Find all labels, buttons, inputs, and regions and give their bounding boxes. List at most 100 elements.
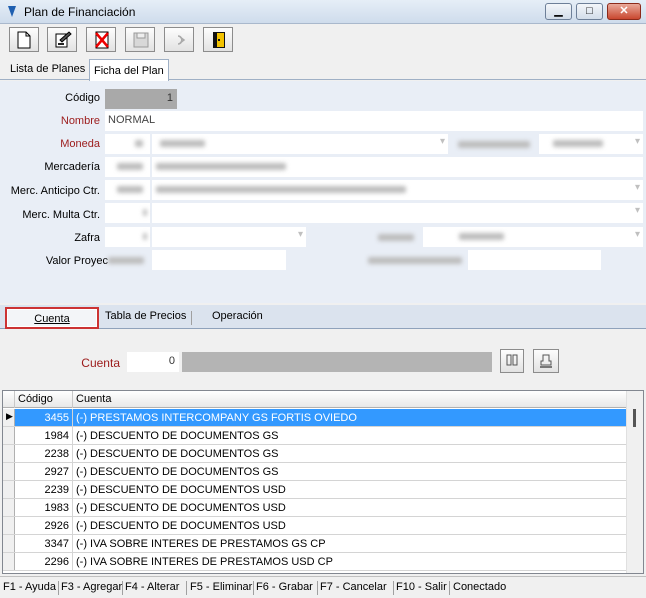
column-header-cuenta[interactable]: Cuenta <box>73 391 627 408</box>
row-code-cell[interactable]: 1984 <box>15 427 73 444</box>
save-button[interactable] <box>125 27 155 52</box>
merc-anticipo-code-field[interactable] <box>105 180 150 200</box>
exit-button[interactable] <box>203 27 233 52</box>
tab-operacion[interactable]: Operación <box>212 310 263 322</box>
row-cuenta-cell[interactable]: (-) PRESTAMOS INTERCOMPANY GS FORTIS OVI… <box>73 412 357 424</box>
redacted-value-input[interactable] <box>468 250 601 270</box>
codigo-value: 1 <box>166 92 173 104</box>
row-code-cell[interactable]: 1983 <box>15 499 73 516</box>
row-indicator[interactable] <box>3 463 15 480</box>
cuentas-grid[interactable]: Código Cuenta ▶ 3455 (-) PRESTAMOS INTERCO… <box>2 390 644 574</box>
column-header-codigo[interactable]: Código <box>15 391 73 408</box>
merc-anticipo-select[interactable]: ▾ <box>152 180 643 200</box>
row-cuenta-cell[interactable]: (-) DESCUENTO DE DOCUMENTOS GS <box>73 448 279 460</box>
moneda-label: Moneda <box>60 138 100 150</box>
row-indicator[interactable] <box>3 445 15 462</box>
minimize-icon: ▁ <box>554 5 563 17</box>
row-indicator[interactable] <box>3 553 15 570</box>
f3-add-key[interactable]: F3 - Agregar <box>61 581 123 595</box>
row-indicator[interactable] <box>3 427 15 444</box>
edit-button[interactable] <box>47 27 77 52</box>
table-row[interactable]: 2238 (-) DESCUENTO DE DOCUMENTOS GS <box>3 445 627 463</box>
close-icon: ✕ <box>619 5 629 17</box>
table-row[interactable]: 1983 (-) DESCUENTO DE DOCUMENTOS USD <box>3 499 627 517</box>
row-cuenta-cell[interactable]: (-) IVA SOBRE INTERES DE PRESTAMOS GS CP <box>73 538 326 550</box>
cancel-button[interactable] <box>164 27 194 52</box>
search-cuenta-button[interactable] <box>500 349 524 373</box>
row-indicator[interactable] <box>3 535 15 552</box>
merc-multa-select[interactable]: ▾ <box>152 203 643 223</box>
tab-ficha-del-plan[interactable]: Ficha del Plan <box>89 59 169 81</box>
row-cuenta-cell[interactable]: (-) DESCUENTO DE DOCUMENTOS USD <box>73 502 286 514</box>
table-row[interactable]: 2926 (-) DESCUENTO DE DOCUMENTOS USD <box>3 517 627 535</box>
table-row[interactable]: 2296 (-) IVA SOBRE INTERES DE PRESTAMOS U… <box>3 553 627 571</box>
table-row[interactable]: 2239 (-) DESCUENTO DE DOCUMENTOS USD <box>3 481 627 499</box>
merc-anticipo-label: Merc. Anticipo Ctr. <box>10 185 100 197</box>
edit-document-icon <box>55 31 72 48</box>
row-code-cell[interactable]: 2238 <box>15 445 73 462</box>
tab-tabla-de-precios[interactable]: Tabla de Precios <box>105 310 186 322</box>
valor-proyectado-input[interactable] <box>152 250 286 270</box>
row-indicator[interactable]: ▶ <box>3 409 15 426</box>
zafra-label: Zafra <box>74 232 100 244</box>
merc-multa-code-field[interactable] <box>105 203 150 223</box>
row-code-cell[interactable]: 3347 <box>15 535 73 552</box>
row-indicator[interactable] <box>3 481 15 498</box>
row-code-cell[interactable]: 3455 <box>15 409 73 426</box>
row-cuenta-cell[interactable]: (-) DESCUENTO DE DOCUMENTOS USD <box>73 484 286 496</box>
table-row[interactable]: 3347 (-) IVA SOBRE INTERES DE PRESTAMOS G… <box>3 535 627 553</box>
pin-cuenta-button[interactable] <box>533 349 559 373</box>
row-code-cell[interactable]: 2927 <box>15 463 73 480</box>
vertical-scrollbar[interactable] <box>626 391 643 573</box>
row-code-cell[interactable]: 2239 <box>15 481 73 498</box>
table-row[interactable]: 1984 (-) DESCUENTO DE DOCUMENTOS GS <box>3 427 627 445</box>
maximize-button[interactable]: □ <box>576 3 603 20</box>
codigo-field[interactable]: 1 <box>105 89 177 109</box>
f4-edit-key[interactable]: F4 - Alterar <box>125 581 187 595</box>
f5-delete-key[interactable]: F5 - Eliminar <box>190 581 254 595</box>
cotizacion-field[interactable]: ▾ <box>539 134 643 154</box>
nombre-input[interactable]: NORMAL <box>105 111 643 131</box>
tab-cuenta[interactable]: Cuenta <box>5 307 99 329</box>
f6-save-key[interactable]: F6 - Grabar <box>256 581 318 595</box>
title-bar[interactable]: Plan de Financiación ▁ □ ✕ <box>0 0 646 24</box>
delete-button[interactable] <box>86 27 116 52</box>
row-cuenta-cell[interactable]: (-) DESCUENTO DE DOCUMENTOS GS <box>73 466 279 478</box>
f7-cancel-key[interactable]: F7 - Cancelar <box>320 581 394 595</box>
tab-lista-de-planes[interactable]: Lista de Planes <box>6 58 89 80</box>
main-tab-strip: Lista de Planes Ficha del Plan <box>0 58 646 81</box>
moneda-select[interactable]: ▾ <box>152 134 448 154</box>
close-button[interactable]: ✕ <box>607 3 641 20</box>
nombre-label: Nombre <box>60 115 100 127</box>
cuenta-code-input[interactable]: 0 <box>127 352 179 372</box>
tab-label: Cuenta <box>34 313 70 325</box>
minimize-button[interactable]: ▁ <box>545 3 572 20</box>
row-cuenta-cell[interactable]: (-) IVA SOBRE INTERES DE PRESTAMOS USD C… <box>73 556 333 568</box>
row-cuenta-cell[interactable]: (-) DESCUENTO DE DOCUMENTOS USD <box>73 520 286 532</box>
scrollbar-thumb[interactable] <box>633 409 636 427</box>
redacted-label <box>368 257 462 264</box>
f10-exit-key[interactable]: F10 - Salir <box>396 581 450 595</box>
redacted-label <box>458 141 530 148</box>
row-indicator[interactable] <box>3 499 15 516</box>
stamp-icon <box>540 354 552 368</box>
table-row[interactable]: 2927 (-) DESCUENTO DE DOCUMENTOS GS <box>3 463 627 481</box>
row-code-cell[interactable]: 2926 <box>15 517 73 534</box>
cuenta-code-value: 0 <box>168 355 175 367</box>
table-row[interactable]: ▶ 3455 (-) PRESTAMOS INTERCOMPANY GS FORTI… <box>3 409 627 427</box>
f1-help-key[interactable]: F1 - Ayuda <box>3 581 59 595</box>
app-icon <box>8 6 16 17</box>
binoculars-icon <box>506 354 518 366</box>
zafra-code-field[interactable] <box>105 227 150 247</box>
new-document-icon <box>17 31 31 49</box>
new-button[interactable] <box>9 27 39 52</box>
estado-select[interactable]: ▾ <box>423 227 643 247</box>
row-cuenta-cell[interactable]: (-) DESCUENTO DE DOCUMENTOS GS <box>73 430 279 442</box>
row-indicator[interactable] <box>3 517 15 534</box>
row-code-cell[interactable]: 2296 <box>15 553 73 570</box>
moneda-code-field[interactable] <box>105 134 150 154</box>
chevron-down-icon: ▾ <box>634 229 640 240</box>
zafra-select[interactable]: ▾ <box>152 227 306 247</box>
mercaderia-code-field[interactable] <box>105 157 150 177</box>
mercaderia-select[interactable] <box>152 157 643 177</box>
